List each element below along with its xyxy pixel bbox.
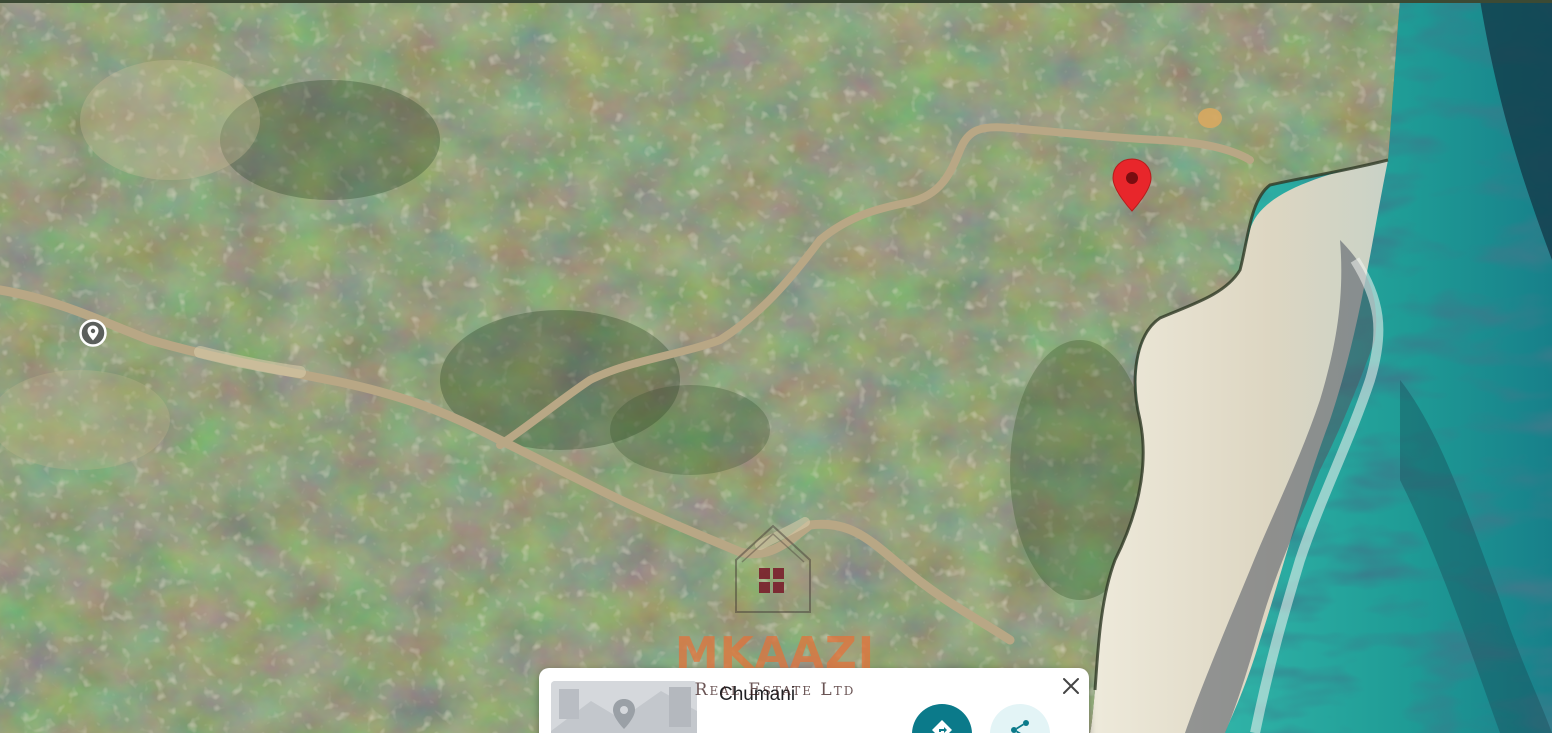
directions-icon: [932, 720, 952, 733]
sandy-clearing: [80, 60, 260, 180]
directions-button[interactable]: [912, 704, 972, 733]
close-icon[interactable]: [1059, 674, 1083, 698]
top-edge-bar: [0, 0, 1552, 3]
map-pin-icon[interactable]: [1111, 157, 1153, 213]
sand-patch: [1198, 108, 1222, 128]
place-title: Chumani: [719, 684, 796, 705]
share-button[interactable]: [990, 704, 1050, 733]
share-icon: [1011, 720, 1029, 733]
place-info-card[interactable]: Chumani: [539, 668, 1089, 733]
map-thumbnail-icon[interactable]: [551, 681, 697, 733]
location-marker-icon[interactable]: [79, 319, 107, 347]
map-view[interactable]: MKAAZI Real Estate Ltd Chumani: [0, 0, 1552, 733]
satellite-map[interactable]: [0, 0, 1552, 733]
dense-bush: [610, 385, 770, 475]
